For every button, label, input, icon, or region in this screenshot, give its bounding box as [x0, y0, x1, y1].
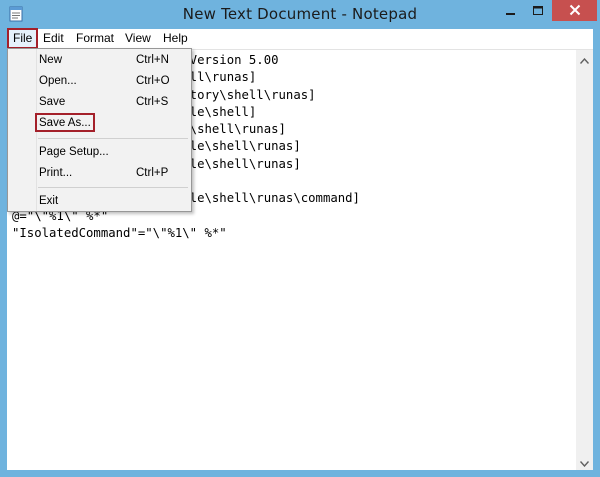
menu-item-label: Print... — [39, 167, 73, 179]
menu-item-shortcut: Ctrl+P — [136, 167, 169, 179]
menu-item-print[interactable]: Print... Ctrl+P — [8, 163, 191, 184]
menu-item-save-as[interactable]: Save As... — [8, 113, 191, 134]
menu-item-label: Open... — [39, 75, 77, 87]
menu-bar: File Edit Format View Help — [7, 28, 593, 50]
menu-item-shortcut: Ctrl+N — [136, 54, 169, 66]
chevron-down-icon — [579, 452, 590, 471]
menu-item-shortcut: Ctrl+O — [136, 75, 170, 87]
title-bar[interactable]: New Text Document - Notepad — [0, 0, 600, 29]
menu-item-exit[interactable]: Exit — [8, 191, 191, 212]
menu-view[interactable]: View — [120, 29, 156, 49]
notepad-window: New Text Document - Notepad File Edit Fo… — [0, 0, 600, 477]
menu-item-open[interactable]: Open... Ctrl+O — [8, 71, 191, 92]
vertical-scrollbar[interactable] — [576, 50, 593, 470]
menu-item-label: New — [39, 54, 63, 66]
minimize-button[interactable] — [498, 0, 524, 21]
window-bottom-border — [7, 470, 593, 477]
menu-separator — [38, 138, 188, 139]
menu-item-new[interactable]: New Ctrl+N — [8, 50, 191, 71]
menu-item-page-setup[interactable]: Page Setup... — [8, 142, 191, 163]
editor-line: "IsolatedCommand"="\"%1\" %*" — [12, 225, 227, 240]
menu-file[interactable]: File — [7, 28, 39, 49]
maximize-icon — [533, 1, 543, 20]
maximize-button[interactable] — [525, 0, 551, 21]
menu-item-shortcut: Ctrl+S — [136, 96, 169, 108]
menu-item-label: Save — [39, 96, 66, 108]
scroll-up-button[interactable] — [576, 50, 593, 67]
close-icon — [569, 1, 581, 20]
minimize-icon — [506, 1, 516, 20]
close-button[interactable] — [552, 0, 597, 21]
menu-item-label: Exit — [39, 195, 59, 207]
menu-format[interactable]: Format — [71, 29, 119, 49]
menu-item-label: Page Setup... — [39, 146, 109, 158]
menu-item-label: Save As... — [39, 117, 91, 129]
chevron-up-icon — [579, 49, 590, 68]
menu-help[interactable]: Help — [158, 29, 193, 49]
scroll-down-button[interactable] — [576, 453, 593, 470]
file-menu-dropdown: New Ctrl+N Open... Ctrl+O Save Ctrl+S Sa… — [7, 48, 192, 212]
menu-edit[interactable]: Edit — [38, 29, 69, 49]
menu-separator — [38, 187, 188, 188]
menu-item-save[interactable]: Save Ctrl+S — [8, 92, 191, 113]
